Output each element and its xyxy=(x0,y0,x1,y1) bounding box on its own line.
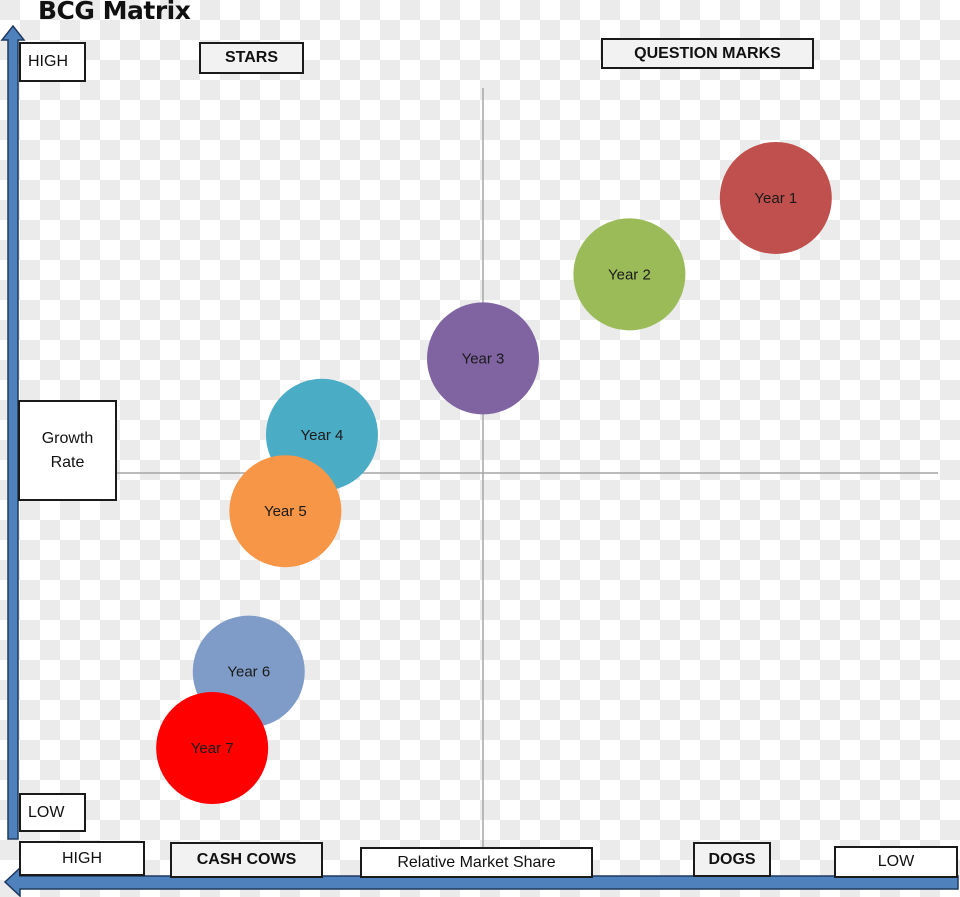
bubble-year-3: Year 3 xyxy=(427,302,539,415)
quadrant-label-dogs: DOGS xyxy=(693,842,771,877)
x-axis-title-text: Relative Market Share xyxy=(397,853,556,871)
dogs-text: DOGS xyxy=(708,850,756,868)
bubble-year-1: Year 1 xyxy=(719,141,832,254)
bubble-label: Year 5 xyxy=(264,503,307,520)
question-marks-text: QUESTION MARKS xyxy=(634,44,781,62)
y-axis-title-box: Growth Rate xyxy=(18,400,117,501)
x-axis-low-label: LOW xyxy=(834,846,958,878)
x-axis-title-box: Relative Market Share xyxy=(360,847,593,878)
x-axis-low-text: LOW xyxy=(877,853,915,870)
y-axis-low-label: LOW xyxy=(19,793,86,832)
bubble-year-5: Year 5 xyxy=(229,455,342,568)
bubble-label: Year 7 xyxy=(191,740,234,757)
cash-cows-text: CASH COWS xyxy=(196,851,297,868)
bubble-label: Year 2 xyxy=(608,266,651,283)
quadrant-label-question-marks: QUESTION MARKS xyxy=(601,38,814,69)
bcg-matrix-canvas: Year 1 Year 2 Year 3 Year 4 Year 5 Year 6 Year… xyxy=(0,24,959,897)
bubble-year-2: Year 2 xyxy=(573,218,686,331)
quadrant-label-cash-cows: CASH COWS xyxy=(170,842,323,878)
y-axis-high-text: HIGH xyxy=(28,53,68,70)
x-axis-high-text: HIGH xyxy=(62,849,102,867)
bubble-label: Year 4 xyxy=(301,427,344,444)
y-axis-high-label: HIGH xyxy=(19,42,86,82)
y-axis-low-text: LOW xyxy=(28,803,65,821)
stars-text: STARS xyxy=(224,49,279,66)
bubble-year-7: Year 7 xyxy=(156,692,269,805)
bubble-label: Year 3 xyxy=(462,350,505,367)
bubble-label: Year 1 xyxy=(754,190,797,207)
x-axis-high-label: HIGH xyxy=(19,841,145,876)
y-axis-title-line2: Rate xyxy=(50,453,85,471)
quadrant-label-stars: STARS xyxy=(199,42,304,74)
bubble-label: Year 6 xyxy=(227,664,270,681)
y-axis-title-line1: Growth xyxy=(41,429,94,447)
